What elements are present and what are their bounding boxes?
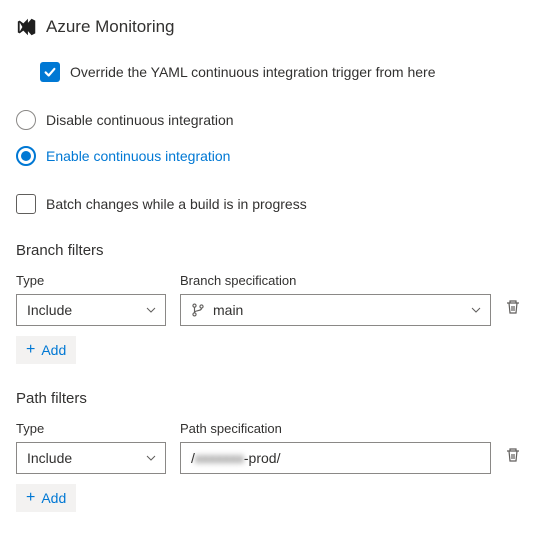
branch-spec-value: main — [213, 302, 462, 318]
path-type-select[interactable]: Include — [16, 442, 166, 474]
batch-changes-label: Batch changes while a build is in progre… — [46, 196, 307, 212]
add-path-filter-button[interactable]: + Add — [16, 484, 76, 512]
enable-ci-radio[interactable]: Enable continuous integration — [16, 146, 525, 166]
add-branch-filter-label: Add — [41, 342, 66, 358]
delete-path-filter-icon[interactable] — [505, 447, 521, 463]
git-branch-icon — [191, 303, 205, 317]
delete-branch-filter-icon[interactable] — [505, 299, 521, 315]
branch-filters-title: Branch filters — [16, 242, 525, 259]
plus-icon: + — [26, 490, 35, 506]
radio-selected-icon — [16, 146, 36, 166]
chevron-down-icon — [145, 304, 157, 316]
plus-icon: + — [26, 342, 35, 358]
disable-ci-radio[interactable]: Disable continuous integration — [16, 110, 525, 130]
branch-type-select[interactable]: Include — [16, 294, 166, 326]
batch-changes-checkbox[interactable] — [16, 194, 36, 214]
path-spec-label: Path specification — [180, 421, 491, 436]
add-branch-filter-button[interactable]: + Add — [16, 336, 76, 364]
branch-spec-label: Branch specification — [180, 273, 491, 288]
radio-unselected-icon — [16, 110, 36, 130]
override-yaml-checkbox[interactable] — [40, 62, 60, 82]
override-yaml-label: Override the YAML continuous integration… — [70, 64, 435, 80]
add-path-filter-label: Add — [41, 490, 66, 506]
page-title: Azure Monitoring — [46, 17, 175, 37]
chevron-down-icon — [145, 452, 157, 464]
visual-studio-icon — [16, 16, 38, 38]
branch-spec-select[interactable]: main — [180, 294, 491, 326]
path-type-value: Include — [27, 450, 72, 466]
branch-type-label: Type — [16, 273, 166, 288]
enable-ci-label: Enable continuous integration — [46, 148, 230, 164]
branch-type-value: Include — [27, 302, 72, 318]
path-filters-title: Path filters — [16, 390, 525, 407]
path-type-label: Type — [16, 421, 166, 436]
chevron-down-icon — [470, 304, 482, 316]
disable-ci-label: Disable continuous integration — [46, 112, 234, 128]
path-spec-input[interactable]: /xxxxxxx-prod/ — [180, 442, 491, 474]
